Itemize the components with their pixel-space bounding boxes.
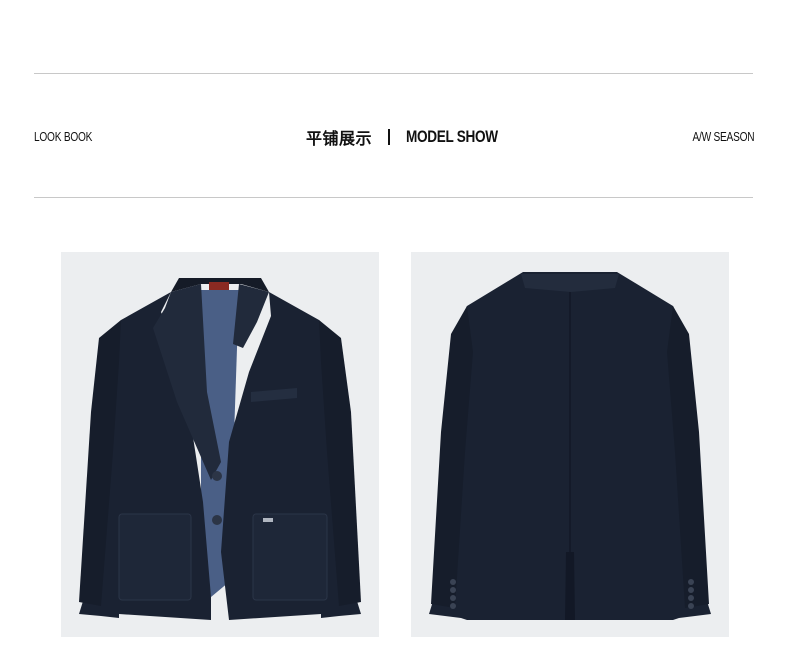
section-title-en: MODEL SHOW (406, 127, 498, 146)
blazer-front-photo (61, 252, 379, 637)
bottom-divider-line (34, 197, 753, 198)
title-separator (388, 129, 390, 145)
season-label: A/W SEASON (692, 129, 754, 144)
section-title-cn: 平铺展示 (305, 131, 372, 148)
blazer-back-photo (411, 252, 729, 637)
section-title: 平铺展示 MODEL SHOW (0, 124, 790, 150)
top-divider-line (34, 73, 753, 74)
